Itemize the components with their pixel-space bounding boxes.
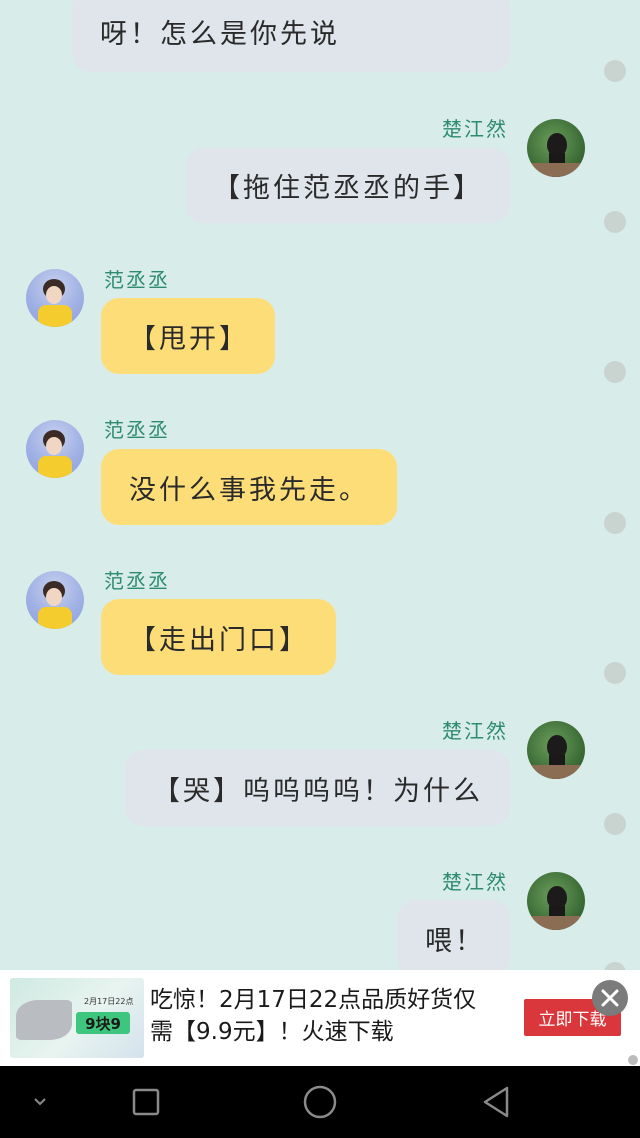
status-dot [604, 962, 626, 970]
ad-text[interactable]: 吃惊！2月17日22点品质好货仅需【9.9元】！火速下载 [150, 984, 495, 1048]
avatar-image [38, 581, 72, 629]
sender-name: 范丞丞 [104, 268, 170, 292]
close-ad-button[interactable] [592, 980, 628, 1016]
status-dot [604, 361, 626, 383]
ad-thumb-date: 2月17日22点 [84, 997, 134, 1006]
avatar[interactable] [527, 119, 585, 177]
sender-name: 楚江然 [442, 117, 508, 141]
status-dot [604, 211, 626, 233]
message-bubble[interactable]: 【哭】呜呜呜呜！为什么 [125, 750, 510, 826]
avatar[interactable] [527, 721, 585, 779]
ad-thumb-tag: 9块9 [76, 1012, 130, 1034]
avatar[interactable] [26, 571, 84, 629]
message-bubble[interactable]: 【拖住范丞丞的手】 [185, 148, 510, 223]
ad-info-icon[interactable] [628, 1055, 638, 1065]
message-bubble[interactable]: 【走出门口】 [101, 599, 336, 675]
status-dot [604, 662, 626, 684]
sender-name: 楚江然 [442, 870, 508, 894]
message-bubble[interactable]: 呀！怎么是你先说 [72, 0, 510, 72]
chevron-down-icon[interactable] [20, 1066, 60, 1138]
avatar-image [527, 735, 585, 779]
avatar[interactable] [26, 420, 84, 478]
message-bubble[interactable]: 没什么事我先走。 [101, 449, 397, 525]
navigation-bar [0, 1066, 640, 1138]
avatar-image [38, 279, 72, 327]
avatar-image [527, 133, 585, 177]
message-bubble[interactable]: 【甩开】 [101, 298, 275, 374]
home-icon[interactable] [294, 1066, 346, 1138]
avatar-image [527, 886, 585, 930]
product-image [16, 1000, 72, 1040]
status-dot [604, 813, 626, 835]
status-dot [604, 60, 626, 82]
back-icon[interactable] [470, 1066, 522, 1138]
sender-name: 楚江然 [442, 719, 508, 743]
avatar[interactable] [26, 269, 84, 327]
ad-thumbnail[interactable]: 2月17日22点 9块9 [10, 978, 144, 1058]
recent-apps-icon[interactable] [120, 1066, 172, 1138]
avatar-image [38, 430, 72, 478]
sender-name: 范丞丞 [104, 418, 170, 442]
avatar[interactable] [527, 872, 585, 930]
chat-area: 呀！怎么是你先说 楚江然 【拖住范丞丞的手】 范丞丞 【甩开】 范丞丞 没什么事… [0, 0, 640, 970]
close-icon [601, 989, 619, 1007]
message-bubble[interactable]: 喂！ [397, 900, 510, 970]
status-dot [604, 512, 626, 534]
sender-name: 范丞丞 [104, 569, 170, 593]
